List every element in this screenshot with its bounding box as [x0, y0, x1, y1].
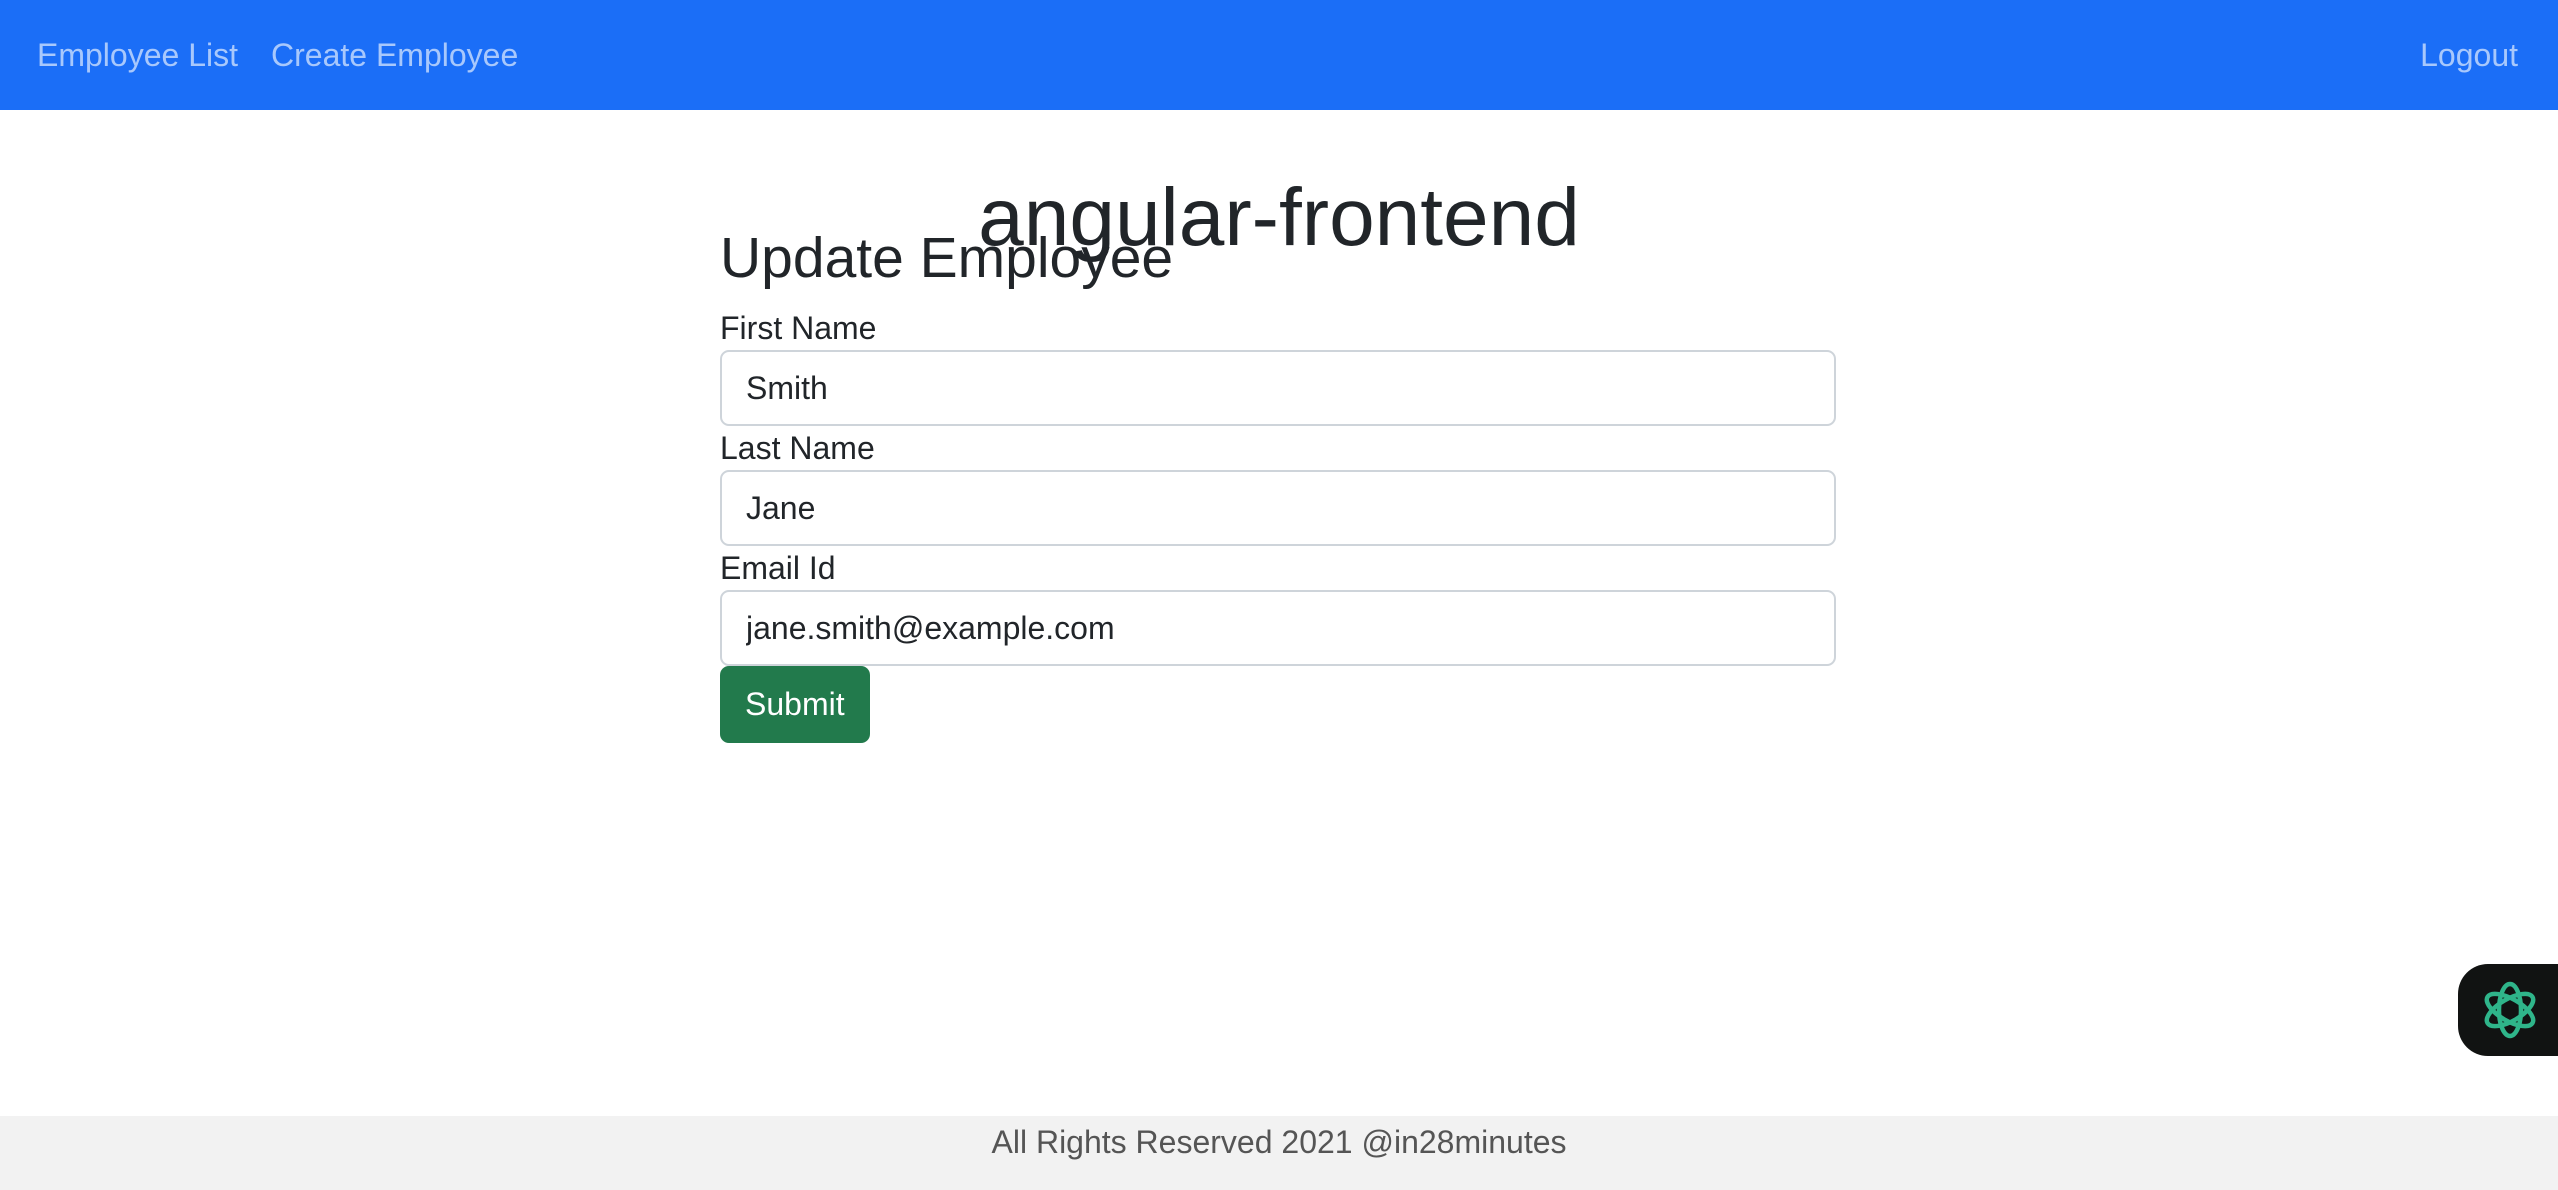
- nav-create-employee-link[interactable]: Create Employee: [271, 0, 518, 110]
- assistant-knot-icon: [2484, 981, 2536, 1039]
- assistant-launcher-button[interactable]: [2458, 964, 2558, 1056]
- nav-logout-link[interactable]: Logout: [2420, 0, 2518, 110]
- top-navbar: Employee List Create Employee Logout: [0, 0, 2558, 110]
- last-name-label: Last Name: [720, 430, 875, 466]
- update-employee-form: Update Employee First Name Last Name Ema…: [720, 218, 1836, 743]
- email-input[interactable]: [720, 590, 1836, 666]
- last-name-input[interactable]: [720, 470, 1836, 546]
- first-name-input[interactable]: [720, 350, 1836, 426]
- email-label: Email Id: [720, 550, 836, 586]
- email-group: Email Id: [720, 546, 1836, 666]
- nav-employee-list-link[interactable]: Employee List: [37, 0, 238, 110]
- submit-button[interactable]: Submit: [720, 666, 870, 743]
- page-footer: All Rights Reserved 2021 @in28minutes: [0, 1116, 2558, 1190]
- form-heading: Update Employee: [720, 226, 1174, 290]
- last-name-group: Last Name: [720, 426, 1836, 546]
- footer-copyright: All Rights Reserved 2021 @in28minutes: [991, 1124, 1567, 1160]
- first-name-group: First Name: [720, 306, 1836, 426]
- first-name-label: First Name: [720, 310, 877, 346]
